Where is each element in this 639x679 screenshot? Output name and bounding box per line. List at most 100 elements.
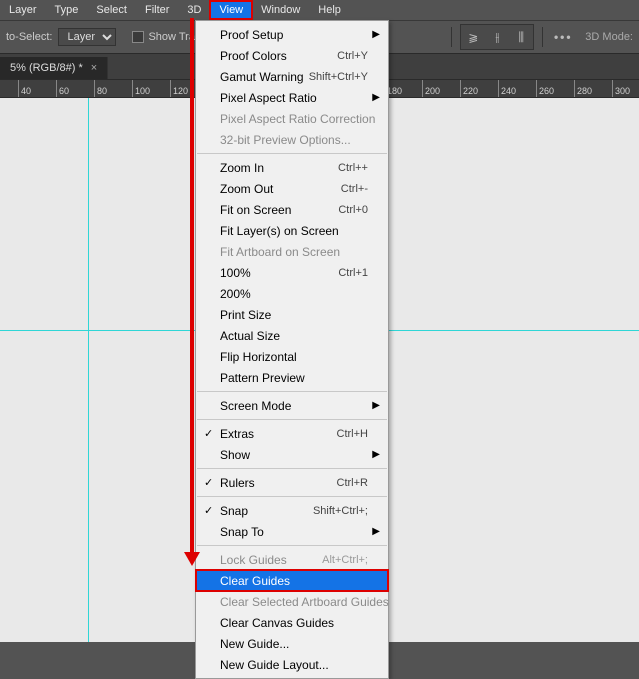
menu-item-label: Clear Guides (220, 574, 368, 588)
menu-item-pixel-aspect-ratio-correction: Pixel Aspect Ratio Correction (196, 108, 388, 129)
menu-item-zoom-out[interactable]: Zoom OutCtrl+- (196, 178, 388, 199)
ruler-tick: 80 (94, 80, 107, 98)
document-tab[interactable]: 5% (RGB/8#) * × (0, 57, 108, 79)
ruler-tick: 100 (132, 80, 150, 98)
menu-item-label: Clear Canvas Guides (220, 616, 368, 630)
menu-layer[interactable]: Layer (0, 1, 46, 19)
menu-item-gamut-warning[interactable]: Gamut WarningShift+Ctrl+Y (196, 66, 388, 87)
menu-select[interactable]: Select (87, 1, 136, 19)
menu-item-rulers[interactable]: ✓RulersCtrl+R (196, 472, 388, 493)
menu-window[interactable]: Window (252, 1, 309, 19)
menu-item-label: New Guide... (220, 637, 368, 651)
menu-item-flip-horizontal[interactable]: Flip Horizontal (196, 346, 388, 367)
more-options-icon[interactable]: ••• (551, 25, 575, 49)
menu-item-label: Lock Guides (220, 553, 322, 567)
menu-item-label: Pattern Preview (220, 371, 368, 385)
menu-item-shortcut: Ctrl+1 (338, 267, 368, 279)
menu-item-200[interactable]: 200% (196, 283, 388, 304)
menu-item-new-guide[interactable]: New Guide... (196, 633, 388, 654)
menu-item-proof-colors[interactable]: Proof ColorsCtrl+Y (196, 45, 388, 66)
menu-item-label: Snap (220, 504, 313, 518)
menu-item-pixel-aspect-ratio[interactable]: Pixel Aspect Ratio ▶ (196, 87, 388, 108)
menu-item-label: 200% (220, 287, 368, 301)
menu-item-label: Print Size (220, 308, 368, 322)
menu-item-proof-setup[interactable]: Proof Setup▶ (196, 24, 388, 45)
menu-item-shortcut: Shift+Ctrl+; (313, 505, 368, 517)
menu-item-fit-layer-s-on-screen[interactable]: Fit Layer(s) on Screen (196, 220, 388, 241)
auto-select-label: to-Select: (6, 31, 52, 43)
menu-item-label: Pixel Aspect Ratio Correction (220, 112, 375, 126)
menu-item-label: Zoom In (220, 161, 338, 175)
menu-item-actual-size[interactable]: Actual Size (196, 325, 388, 346)
ruler-tick: 220 (460, 80, 478, 98)
menu-help[interactable]: Help (309, 1, 350, 19)
menu-item-zoom-in[interactable]: Zoom InCtrl++ (196, 157, 388, 178)
align-left-icon[interactable]: ⫺ (461, 25, 485, 49)
menu-item-clear-canvas-guides[interactable]: Clear Canvas Guides (196, 612, 388, 633)
ruler-tick: 200 (422, 80, 440, 98)
layer-select[interactable]: Layer (58, 28, 116, 46)
align-right-icon[interactable]: ⫼ (509, 25, 533, 49)
menu-item-clear-selected-artboard-guides: Clear Selected Artboard Guides (196, 591, 388, 612)
menu-item-label: Clear Selected Artboard Guides (220, 595, 389, 609)
ruler-tick: 60 (56, 80, 69, 98)
menu-view[interactable]: View (210, 1, 252, 19)
menu-item-label: Gamut Warning (220, 70, 309, 84)
separator (451, 27, 452, 47)
3d-mode-label: 3D Mode: (585, 31, 633, 43)
vertical-guide[interactable] (88, 98, 89, 642)
ruler-tick: 260 (536, 80, 554, 98)
menu-item-show[interactable]: Show ▶ (196, 444, 388, 465)
menu-type[interactable]: Type (46, 1, 88, 19)
ruler-tick: 40 (18, 80, 31, 98)
menu-filter[interactable]: Filter (136, 1, 178, 19)
menu-item-label: 100% (220, 266, 338, 280)
menu-item-label: Zoom Out (220, 182, 341, 196)
submenu-arrow-icon: ▶ (372, 449, 380, 460)
menu-item-clear-guides[interactable]: Clear Guides (196, 570, 388, 591)
menu-item-label: New Guide Layout... (220, 658, 368, 672)
ruler-tick: 240 (498, 80, 516, 98)
menu-item-shortcut: Shift+Ctrl+Y (309, 71, 368, 83)
menu-item-lock-guides: Lock GuidesAlt+Ctrl+; (196, 549, 388, 570)
submenu-arrow-icon: ▶ (372, 29, 380, 40)
view-menu-dropdown: Proof Setup▶Proof ColorsCtrl+YGamut Warn… (195, 20, 389, 679)
menu-separator (197, 545, 387, 546)
menu-item-new-guide-layout[interactable]: New Guide Layout... (196, 654, 388, 675)
menu-item-fit-on-screen[interactable]: Fit on ScreenCtrl+0 (196, 199, 388, 220)
menu-item-shortcut: Ctrl+0 (338, 204, 368, 216)
menu-item-label: Show (220, 448, 368, 462)
menu-item-snap-to[interactable]: Snap To ▶ (196, 521, 388, 542)
check-icon: ✓ (204, 476, 213, 489)
separator (542, 27, 543, 47)
submenu-arrow-icon: ▶ (372, 400, 380, 411)
submenu-arrow-icon: ▶ (372, 92, 380, 103)
menu-separator (197, 496, 387, 497)
menu-item-label: Fit on Screen (220, 203, 338, 217)
menu-3d[interactable]: 3D (178, 1, 210, 19)
menu-item-print-size[interactable]: Print Size (196, 304, 388, 325)
menu-item-label: Fit Layer(s) on Screen (220, 224, 368, 238)
menu-item-extras[interactable]: ✓ ExtrasCtrl+H (196, 423, 388, 444)
menu-item-shortcut: Ctrl+H (337, 428, 368, 440)
align-center-h-icon[interactable]: ⫲ (485, 25, 509, 49)
menu-item-label: Extras (220, 427, 337, 441)
menu-separator (197, 468, 387, 469)
ruler-tick: 120 (170, 80, 188, 98)
check-icon: ✓ (204, 427, 213, 440)
menu-item-label: Fit Artboard on Screen (220, 245, 368, 259)
menu-item-label: Pixel Aspect Ratio (220, 91, 368, 105)
menu-item-label: Snap To (220, 525, 368, 539)
menu-item-label: Proof Colors (220, 49, 337, 63)
menu-item-screen-mode[interactable]: Screen Mode▶ (196, 395, 388, 416)
menu-item-shortcut: Alt+Ctrl+; (322, 554, 368, 566)
menu-item-pattern-preview[interactable]: Pattern Preview (196, 367, 388, 388)
show-transform-checkbox[interactable] (132, 31, 144, 43)
menu-item-100[interactable]: 100%Ctrl+1 (196, 262, 388, 283)
submenu-arrow-icon: ▶ (372, 526, 380, 537)
menu-item-32-bit-preview-options: 32-bit Preview Options... (196, 129, 388, 150)
menu-item-snap[interactable]: ✓SnapShift+Ctrl+; (196, 500, 388, 521)
close-tab-icon[interactable]: × (91, 62, 97, 74)
document-tab-title: 5% (RGB/8#) * (10, 62, 83, 74)
menu-item-label: Flip Horizontal (220, 350, 368, 364)
